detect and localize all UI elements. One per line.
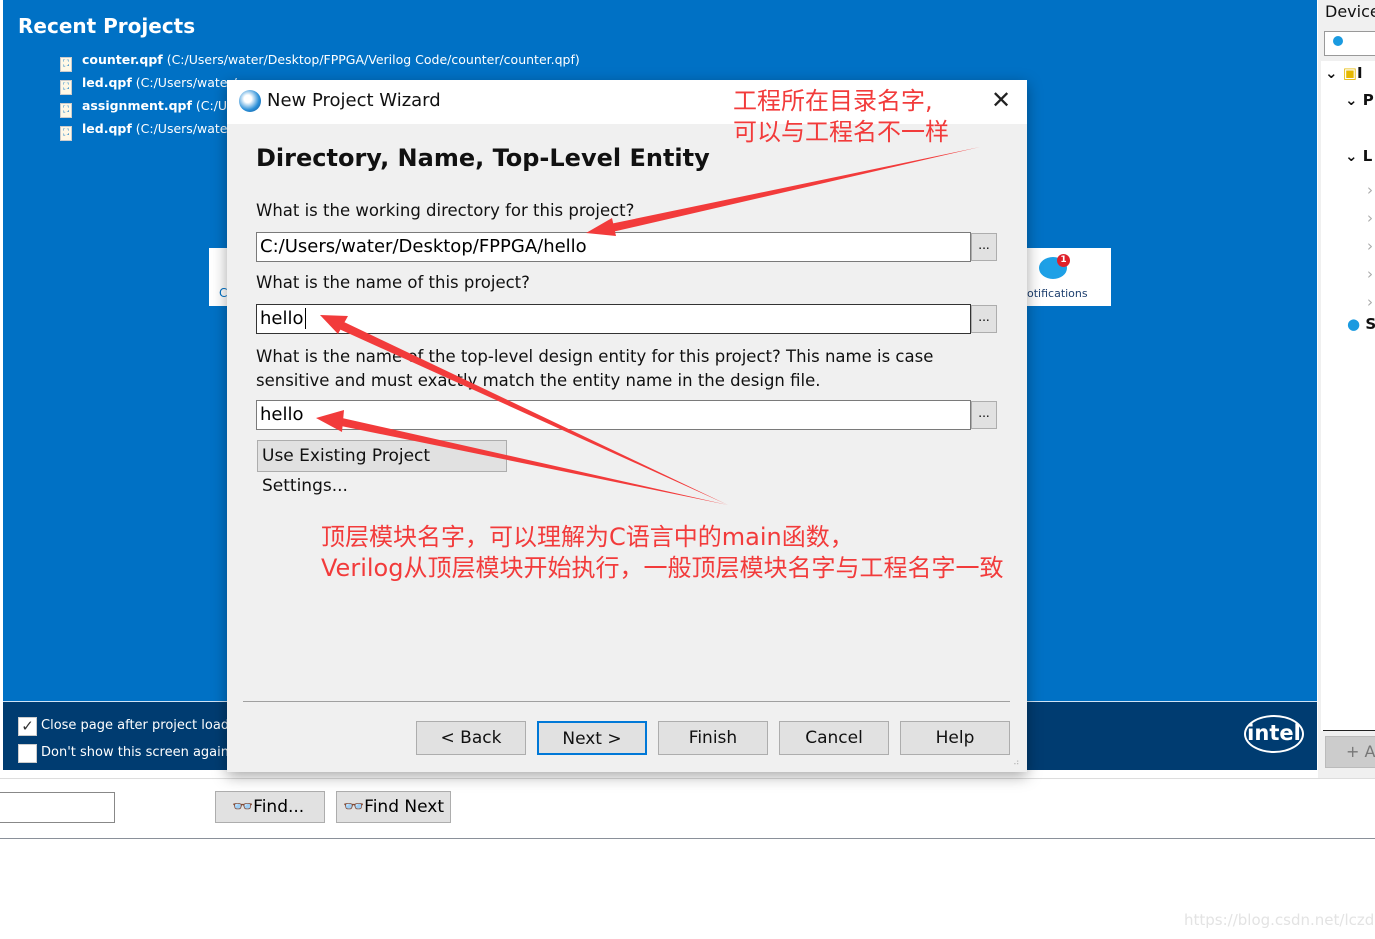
annotation-arrows xyxy=(316,147,980,505)
arrow-to-project-name xyxy=(339,322,728,505)
arrow-head xyxy=(316,410,344,432)
arrow-head xyxy=(586,218,616,236)
arrow-to-directory xyxy=(610,147,980,232)
arrow-to-top-entity xyxy=(341,418,728,505)
